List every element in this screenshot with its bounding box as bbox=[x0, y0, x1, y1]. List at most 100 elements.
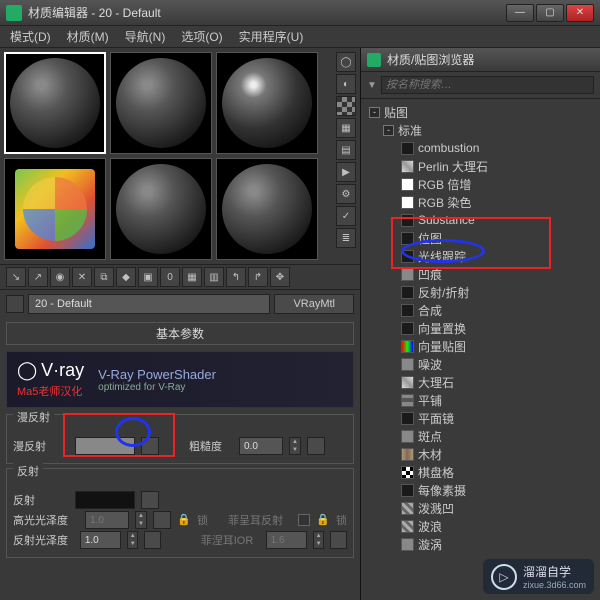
get-material-icon[interactable]: ↘ bbox=[6, 267, 26, 287]
put-to-scene-icon[interactable]: ↗ bbox=[28, 267, 48, 287]
watermark-url: zixue.3d66.com bbox=[523, 580, 586, 590]
map-vector-map[interactable]: 向量贴图 bbox=[361, 337, 600, 355]
browser-search-input[interactable] bbox=[381, 76, 594, 94]
map-perlin-marble[interactable]: Perlin 大理石 bbox=[361, 157, 600, 175]
sample-slot-1[interactable] bbox=[4, 52, 106, 154]
reflect-group: 反射 反射 高光光泽度 1.0 ▲▼ 🔒 锁 菲呈耳反射 🔒 锁 反射光泽度 bbox=[6, 468, 354, 558]
sample-slot-4[interactable] bbox=[4, 158, 106, 260]
map-reflect-refract[interactable]: 反射/折射 bbox=[361, 283, 600, 301]
sample-slot-5[interactable] bbox=[110, 158, 212, 260]
map-combustion[interactable]: combustion bbox=[361, 139, 600, 157]
map-marble[interactable]: 大理石 bbox=[361, 373, 600, 391]
fresnel-lock-icon[interactable]: 🔒 bbox=[316, 513, 330, 527]
map-rgb-tint[interactable]: RGB 染色 bbox=[361, 193, 600, 211]
vray-logo: ◯V·ray bbox=[17, 360, 84, 381]
put-to-library-icon[interactable]: ▣ bbox=[138, 267, 158, 287]
refl-gloss-spinner[interactable]: 1.0 bbox=[80, 531, 121, 549]
map-rgb-multiply[interactable]: RGB 倍增 bbox=[361, 175, 600, 193]
map-raytrace[interactable]: 光线跟踪 bbox=[361, 247, 600, 265]
map-waves[interactable]: 波浪 bbox=[361, 517, 600, 535]
map-wood[interactable]: 木材 bbox=[361, 445, 600, 463]
map-vector-displacement[interactable]: 向量置换 bbox=[361, 319, 600, 337]
map-noise[interactable]: 噪波 bbox=[361, 355, 600, 373]
menu-modes[interactable]: 模式(D) bbox=[4, 26, 57, 47]
map-dent[interactable]: 凹痕 bbox=[361, 265, 600, 283]
reflect-color-swatch[interactable] bbox=[75, 491, 135, 509]
reflect-group-title: 反射 bbox=[13, 463, 43, 479]
map-speckle[interactable]: 斑点 bbox=[361, 427, 600, 445]
menu-navigation[interactable]: 导航(N) bbox=[119, 26, 172, 47]
vray-title: V-Ray PowerShader bbox=[98, 367, 216, 382]
pick-material-icon[interactable] bbox=[6, 295, 24, 313]
diffuse-color-swatch[interactable] bbox=[75, 437, 135, 455]
vray-banner: ◯V·ray Ma5老师汉化 V-Ray PowerShader optimiz… bbox=[6, 351, 354, 408]
fresnel-ior-map-button[interactable] bbox=[330, 531, 347, 549]
material-map-browser: 材质/贴图浏览器 ▼ -贴图 -标准 combustion Perlin 大理石… bbox=[360, 48, 600, 600]
make-unique-icon[interactable]: ◆ bbox=[116, 267, 136, 287]
sample-slot-2[interactable] bbox=[110, 52, 212, 154]
fresnel-ior-spinner-arrows[interactable]: ▲▼ bbox=[313, 531, 324, 549]
map-swirl[interactable]: 漩涡 bbox=[361, 535, 600, 553]
basic-params-rollout[interactable]: 基本参数 bbox=[6, 322, 354, 345]
fresnel-label: 菲呈耳反射 bbox=[228, 512, 292, 528]
sample-type-icon[interactable]: ◯ bbox=[336, 52, 356, 72]
map-flat-mirror[interactable]: 平面镜 bbox=[361, 409, 600, 427]
map-splat[interactable]: 泼溅凹 bbox=[361, 499, 600, 517]
show-end-icon[interactable]: ▥ bbox=[204, 267, 224, 287]
hilight-label: 高光光泽度 bbox=[13, 512, 79, 528]
tree-standard[interactable]: -标准 bbox=[361, 121, 600, 139]
search-dropdown-icon[interactable]: ▼ bbox=[367, 80, 377, 91]
material-id-icon[interactable]: 0 bbox=[160, 267, 180, 287]
refl-gloss-spinner-arrows[interactable]: ▲▼ bbox=[127, 531, 138, 549]
map-checker[interactable]: 棋盘格 bbox=[361, 463, 600, 481]
map-per-pixel-camera[interactable]: 每像素摄 bbox=[361, 481, 600, 499]
refl-gloss-map-button[interactable] bbox=[144, 531, 161, 549]
map-tiles[interactable]: 平铺 bbox=[361, 391, 600, 409]
diffuse-map-button[interactable] bbox=[141, 437, 159, 455]
menu-material[interactable]: 材质(M) bbox=[61, 26, 115, 47]
select-by-mat-icon[interactable]: ✓ bbox=[336, 206, 356, 226]
fresnel-ior-spinner[interactable]: 1.6 bbox=[266, 531, 307, 549]
close-button[interactable]: ✕ bbox=[566, 4, 594, 22]
sample-slot-6[interactable] bbox=[216, 158, 318, 260]
minimize-button[interactable]: — bbox=[506, 4, 534, 22]
map-substance[interactable]: Substance bbox=[361, 211, 600, 229]
hilight-map-button[interactable] bbox=[153, 511, 171, 529]
vray-subtitle: optimized for V-Ray bbox=[98, 382, 216, 393]
fresnel-checkbox[interactable] bbox=[298, 514, 310, 526]
menu-options[interactable]: 选项(O) bbox=[175, 26, 228, 47]
make-copy-icon[interactable]: ⧉ bbox=[94, 267, 114, 287]
roughness-spinner[interactable]: 0.0 bbox=[239, 437, 283, 455]
roughness-map-button[interactable] bbox=[307, 437, 325, 455]
material-map-nav-icon[interactable]: ≣ bbox=[336, 228, 356, 248]
go-parent-icon[interactable]: ↰ bbox=[226, 267, 246, 287]
material-type-button[interactable]: VRayMtl bbox=[274, 294, 354, 314]
go-forward-icon[interactable]: ↱ bbox=[248, 267, 268, 287]
pick-icon[interactable]: ✥ bbox=[270, 267, 290, 287]
preview-icon[interactable]: ▶ bbox=[336, 162, 356, 182]
roughness-spinner-arrows[interactable]: ▲▼ bbox=[289, 437, 301, 455]
reset-icon[interactable]: ✕ bbox=[72, 267, 92, 287]
show-map-icon[interactable]: ▦ bbox=[182, 267, 202, 287]
material-toolbar: ↘ ↗ ◉ ✕ ⧉ ◆ ▣ 0 ▦ ▥ ↰ ↱ ✥ bbox=[0, 264, 360, 290]
lock-icon[interactable]: 🔒 bbox=[177, 513, 191, 527]
sample-slot-grid bbox=[0, 48, 330, 264]
material-name-field[interactable] bbox=[28, 294, 270, 314]
menu-utilities[interactable]: 实用程序(U) bbox=[233, 26, 310, 47]
map-bitmap[interactable]: 位图 bbox=[361, 229, 600, 247]
assign-icon[interactable]: ◉ bbox=[50, 267, 70, 287]
hilight-spinner-arrows[interactable]: ▲▼ bbox=[135, 511, 147, 529]
map-composite[interactable]: 合成 bbox=[361, 301, 600, 319]
refl-gloss-label: 反射光泽度 bbox=[13, 532, 74, 548]
backlight-icon[interactable]: ◐ bbox=[336, 74, 356, 94]
video-check-icon[interactable]: ▤ bbox=[336, 140, 356, 160]
reflect-label: 反射 bbox=[13, 492, 69, 508]
reflect-map-button[interactable] bbox=[141, 491, 159, 509]
options-icon[interactable]: ⚙ bbox=[336, 184, 356, 204]
sample-uv-icon[interactable]: ▦ bbox=[336, 118, 356, 138]
sample-slot-3[interactable] bbox=[216, 52, 318, 154]
tree-maps[interactable]: -贴图 bbox=[361, 103, 600, 121]
background-icon[interactable] bbox=[336, 96, 356, 116]
hilight-spinner[interactable]: 1.0 bbox=[85, 511, 129, 529]
maximize-button[interactable]: ▢ bbox=[536, 4, 564, 22]
